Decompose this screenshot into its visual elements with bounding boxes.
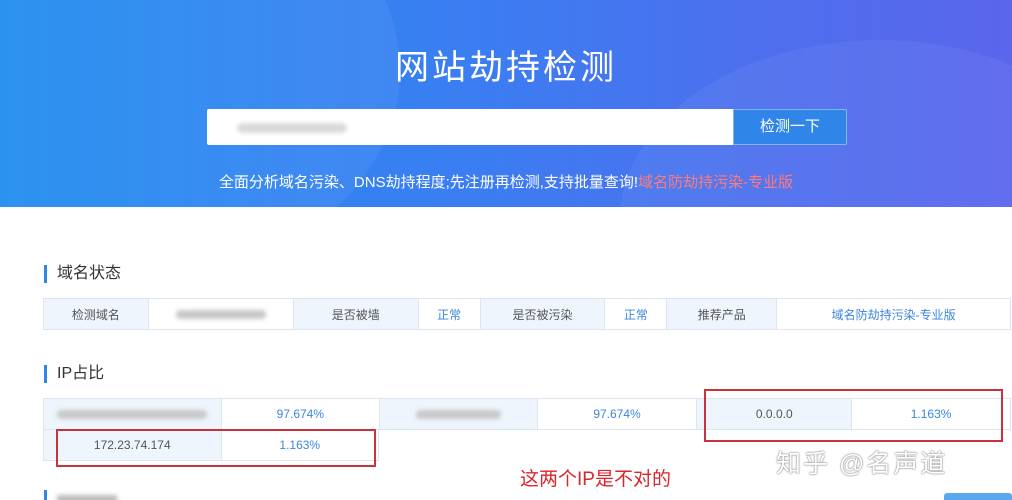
domain-status-table: 检测域名 是否被墙 正常 是否被污染 正常 推荐产品 域名防劫持污染-专业版 [43, 298, 1011, 330]
pro-version-link[interactable]: 域名防劫持污染-专业版 [638, 174, 793, 191]
polluted-value: 正常 [604, 298, 668, 330]
highlight-box [56, 429, 376, 467]
blocked-label: 是否被墙 [292, 298, 419, 330]
check-button[interactable]: 检测一下 [733, 109, 847, 145]
highlight-box [704, 389, 1003, 442]
watermark: 知乎 @名声道 [776, 450, 948, 478]
hero-banner: 网站劫持检测 检测一下 全面分析域名污染、DNS劫持程度;先注册再检测,支持批量… [0, 0, 1012, 207]
redacted-ip [57, 410, 208, 420]
section-title-details [44, 490, 124, 500]
domain-value [147, 298, 294, 330]
section-title-domain-status: 域名状态 [44, 265, 121, 283]
polluted-label: 是否被污染 [479, 298, 606, 330]
domain-label: 检测域名 [43, 298, 149, 330]
ip-cell [43, 398, 222, 430]
redacted-domain [237, 123, 347, 134]
table-row: 检测域名 是否被墙 正常 是否被污染 正常 推荐产品 域名防劫持污染-专业版 [43, 298, 1011, 330]
pct-cell: 97.674% [536, 398, 698, 430]
blocked-value: 正常 [417, 298, 481, 330]
corner-button[interactable] [944, 493, 1012, 500]
redacted-domain [175, 310, 266, 320]
pct-cell: 97.674% [220, 398, 380, 430]
banner-subtitle: 全面分析域名污染、DNS劫持程度;先注册再检测,支持批量查询!域名防劫持污染-专… [0, 171, 1012, 192]
subtitle-text: 全面分析域名污染、DNS劫持程度;先注册再检测,支持批量查询! [218, 174, 639, 191]
domain-search-input[interactable] [207, 109, 733, 145]
section-title-ip-share: IP占比 [44, 365, 104, 383]
redacted-ip [415, 410, 501, 420]
annotation-text: 这两个IP是不对的 [520, 469, 671, 490]
product-label: 推荐产品 [666, 298, 778, 330]
ip-cell [378, 398, 538, 430]
product-link[interactable]: 域名防劫持污染-专业版 [776, 298, 1011, 330]
redacted-title [57, 495, 117, 500]
page-title: 网站劫持检测 [395, 49, 617, 87]
